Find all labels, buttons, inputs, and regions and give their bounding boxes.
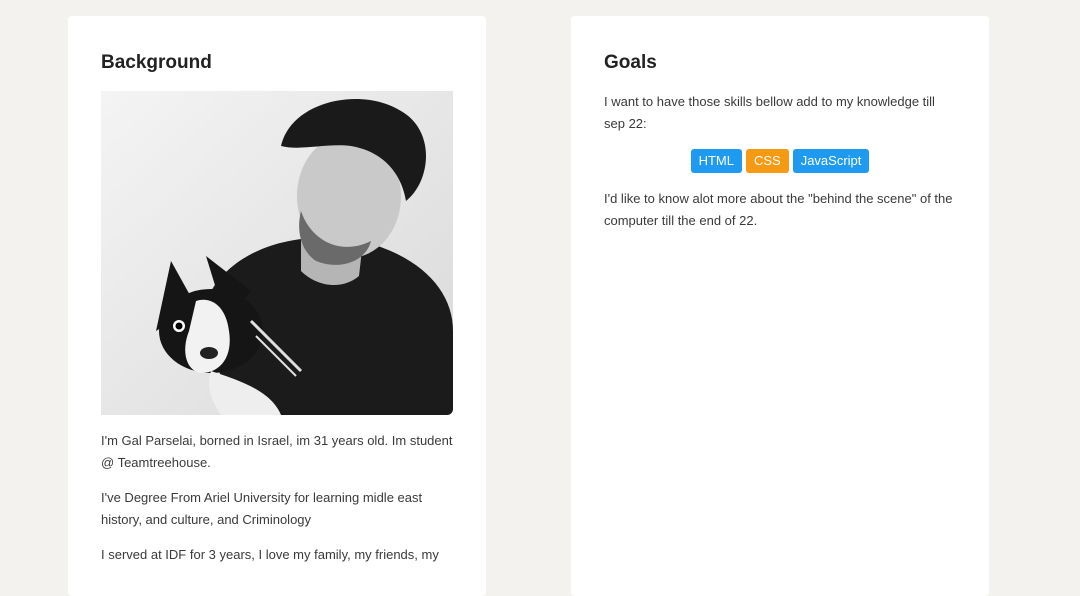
tag-css: CSS bbox=[745, 149, 789, 173]
background-title: Background bbox=[101, 52, 212, 73]
bio-paragraph-2: I've Degree From Ariel University for le… bbox=[101, 490, 423, 527]
bio-paragraph-1: I'm Gal Parselai, borned in Israel, im 3… bbox=[101, 433, 453, 470]
background-card: Background I'm Gal Parselai, borned in I… bbox=[68, 16, 486, 596]
bio-paragraph-3: I served at IDF for 3 years, I love my f… bbox=[101, 547, 439, 562]
goals-more: I'd like to know alot more about the "be… bbox=[604, 191, 953, 228]
goals-title: Goals bbox=[604, 52, 657, 73]
tag-javascript: JavaScript bbox=[792, 149, 870, 173]
profile-photo bbox=[101, 91, 453, 415]
goals-card: Goals I want to have those skills bellow… bbox=[571, 16, 989, 596]
goals-intro: I want to have those skills bellow add t… bbox=[604, 94, 935, 131]
skill-tags: HTML CSS JavaScript bbox=[604, 149, 956, 173]
tag-html: HTML bbox=[690, 149, 742, 173]
